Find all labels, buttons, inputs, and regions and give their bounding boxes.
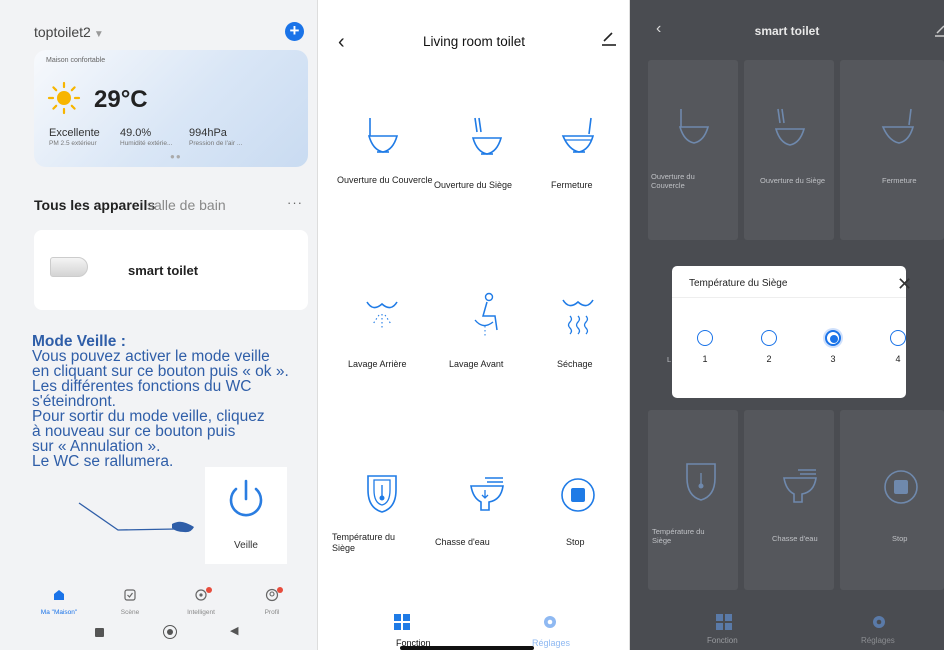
seat-open-icon (471, 117, 503, 155)
edit-icon[interactable] (935, 24, 944, 38)
home-indicator (400, 646, 534, 650)
seat-open-icon (774, 108, 806, 146)
lid-close-icon (881, 108, 915, 144)
function-close[interactable] (528, 114, 628, 164)
tab-intelligent[interactable]: Intelligent (166, 587, 236, 616)
tab-settings[interactable]: Réglages (530, 608, 590, 648)
function-label: Lavage Arrière (348, 359, 407, 369)
divider (672, 297, 906, 298)
tab-function[interactable]: Fonction (382, 608, 442, 648)
function-label: L (667, 355, 672, 364)
seat-temperature-icon (367, 475, 397, 513)
drying-icon (562, 299, 594, 335)
page-title: smart toilet (754, 24, 820, 38)
device-control-screen: ‹ Living room toilet Ouverture du Couver… (318, 0, 630, 650)
scene-icon (124, 589, 136, 601)
lid-open-icon (367, 118, 399, 153)
tab-settings-label[interactable]: Réglages (861, 636, 895, 645)
stop-icon (884, 470, 918, 504)
seat-temperature-dialog-screen: ‹ smart toilet Ouverture du Couvercle Ou… (630, 0, 944, 650)
function-drying[interactable] (528, 290, 628, 340)
function-label: Chasse d'eau (435, 537, 490, 547)
function-label: Fermeture (882, 176, 917, 185)
tab-settings-label: Réglages (532, 638, 571, 648)
function-grid-icon (394, 614, 410, 630)
function-label: Température du Siège (332, 532, 396, 553)
bottom-tab-bar: Fonction Réglages (318, 608, 629, 650)
function-label: Lavage Avant (449, 359, 504, 369)
lid-open-icon (678, 109, 710, 144)
home-circle-icon[interactable] (163, 625, 177, 639)
function-front-wash[interactable] (436, 290, 536, 340)
function-seat-temperature[interactable] (332, 470, 432, 520)
function-label: Stop (566, 537, 585, 547)
function-lid-open[interactable] (332, 114, 432, 164)
edit-icon[interactable] (601, 31, 617, 47)
function-label: Température du Siège (652, 527, 705, 545)
radio-option-1[interactable] (697, 330, 713, 346)
radio-label: 2 (766, 354, 772, 364)
home-screen: toptoilet2 ▼ + Maison confortable 29°C Ex… (0, 0, 318, 650)
radio-label: 4 (895, 354, 901, 364)
stop-icon (561, 478, 595, 512)
radio-label: 1 (702, 354, 708, 364)
function-flush[interactable] (436, 470, 536, 520)
function-seat-open[interactable] (436, 114, 536, 164)
function-label: Fermeture (551, 180, 593, 190)
lid-close-icon (561, 117, 595, 153)
function-label: Séchage (557, 359, 593, 369)
gear-icon (873, 616, 885, 628)
function-label: Ouverture du Couvercle (337, 175, 433, 185)
notification-dot (277, 587, 283, 593)
function-stop[interactable] (528, 470, 628, 520)
flush-icon (783, 469, 817, 503)
gear-icon (544, 616, 556, 628)
rear-wash-icon (366, 301, 398, 330)
tab-function-label[interactable]: Fonction (707, 636, 738, 645)
pointer-arrow (78, 502, 194, 533)
function-label: Stop (892, 534, 908, 543)
page-title: Living room toilet (422, 34, 526, 49)
bottom-tab-bar: Ma "Maison" Scène Intelligent Profil (0, 582, 317, 622)
function-label: Chasse d'eau (772, 534, 818, 543)
tab-home-label: Ma "Maison" (40, 609, 78, 616)
front-wash-icon (474, 292, 498, 336)
tab-profile[interactable]: Profil (237, 587, 307, 616)
radio-option-4[interactable] (890, 330, 906, 346)
function-label: Ouverture du Siège (434, 180, 513, 190)
home-icon (54, 590, 64, 600)
tab-profile-label: Profil (264, 609, 280, 616)
radio-label: 3 (830, 354, 836, 364)
radio-option-2[interactable] (761, 330, 777, 346)
back-triangle-icon[interactable]: ◀ (230, 624, 238, 637)
tab-scene[interactable]: Scène (95, 588, 165, 616)
tab-home[interactable]: Ma "Maison" (24, 588, 94, 616)
function-label: Ouverture du Siège (760, 176, 826, 185)
function-label: Ouverture du Couvercle (651, 172, 695, 190)
tab-intelligent-label: Intelligent (187, 609, 215, 616)
seat-temperature-icon (686, 463, 716, 501)
function-grid-icon (716, 614, 732, 630)
close-icon[interactable]: ✕ (897, 274, 912, 295)
tab-scene-label: Scène (120, 609, 140, 616)
seat-temperature-dialog: Température du Siège ✕ 1 2 3 4 (672, 266, 912, 398)
notification-dot (206, 587, 212, 593)
system-nav-bar: ◀ (0, 622, 317, 650)
recents-icon[interactable] (95, 628, 104, 637)
radio-option-3[interactable] (825, 330, 841, 346)
function-rear-wash[interactable] (332, 290, 432, 340)
flush-icon (470, 477, 504, 511)
dialog-title: Température du Siège (689, 278, 788, 289)
